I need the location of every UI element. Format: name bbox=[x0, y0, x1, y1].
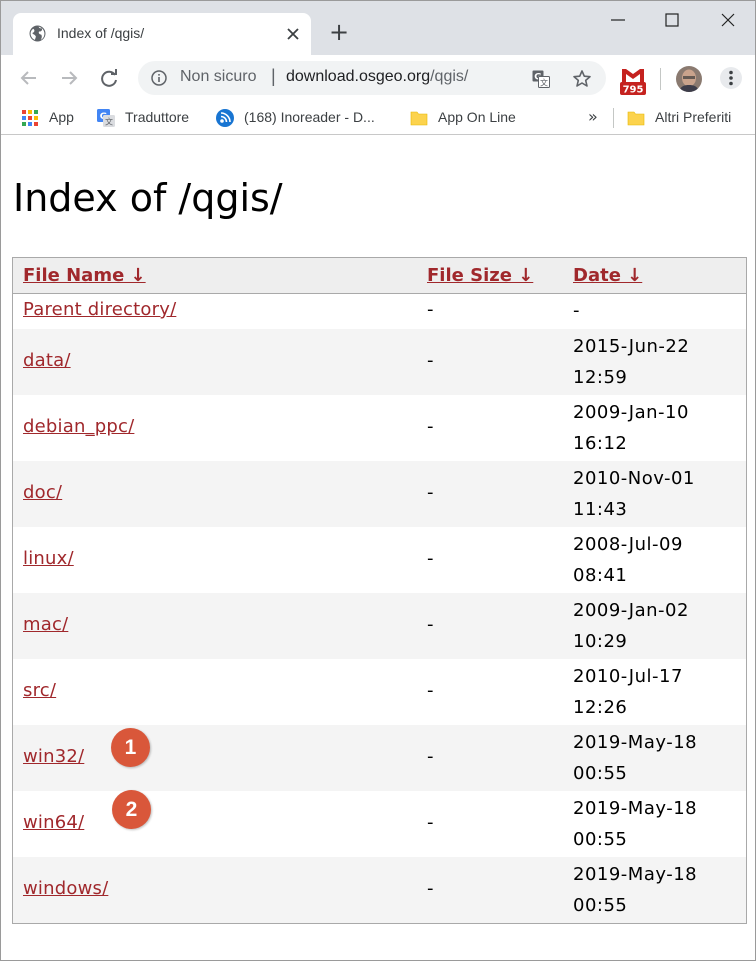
browser-window: Index of /qgis/ + Non sicuro | download.… bbox=[0, 0, 756, 961]
file-size: - bbox=[427, 299, 434, 320]
toolbar-divider bbox=[660, 68, 661, 90]
url-host: download.osgeo.org bbox=[286, 68, 431, 85]
file-date: 2019-May-18 00:55 bbox=[573, 864, 698, 916]
directory-link-debian-ppc[interactable]: debian_ppc/ bbox=[23, 416, 134, 437]
bookmark-label: App bbox=[49, 109, 74, 125]
sort-by-date-link[interactable]: Date ↓ bbox=[573, 265, 642, 286]
profile-avatar[interactable] bbox=[676, 66, 702, 92]
sort-by-size-link[interactable]: File Size ↓ bbox=[427, 265, 533, 286]
bookmark-other-favorites[interactable]: Altri Preferiti bbox=[627, 107, 755, 129]
sort-by-name-link[interactable]: File Name ↓ bbox=[23, 265, 146, 286]
bookmark-app-on-line[interactable]: App On Line bbox=[410, 107, 540, 129]
file-size: - bbox=[427, 680, 434, 701]
file-date: 2015-Jun-22 12:59 bbox=[573, 336, 690, 388]
file-size: - bbox=[427, 614, 434, 635]
svg-text:文: 文 bbox=[105, 117, 113, 127]
apps-grid-icon bbox=[22, 110, 38, 126]
file-date: 2009-Jan-02 10:29 bbox=[573, 600, 689, 652]
folder-icon bbox=[627, 111, 645, 126]
bookmarks-divider bbox=[613, 108, 614, 128]
file-date: 2019-May-18 00:55 bbox=[573, 798, 698, 850]
gmail-icon: 795 bbox=[620, 67, 646, 96]
file-size: - bbox=[427, 548, 434, 569]
directory-link-win32[interactable]: win32/ bbox=[23, 746, 84, 767]
callout-badge-2: 2 bbox=[112, 790, 151, 829]
file-size: - bbox=[427, 812, 434, 833]
browser-tab[interactable]: Index of /qgis/ bbox=[13, 13, 311, 55]
bookmark-label: Altri Preferiti bbox=[655, 109, 732, 125]
file-size: - bbox=[427, 416, 434, 437]
table-header: File Name ↓ File Size ↓ Date ↓ bbox=[13, 258, 746, 294]
security-label[interactable]: Non sicuro bbox=[180, 68, 256, 86]
star-icon[interactable] bbox=[572, 69, 592, 89]
url-separator: | bbox=[271, 66, 276, 86]
page-title: Index of /qgis/ bbox=[13, 176, 283, 220]
url-path: /qgis/ bbox=[430, 68, 469, 85]
gmail-checker-icon[interactable]: 795 bbox=[620, 67, 646, 96]
directory-link-src[interactable]: src/ bbox=[23, 680, 56, 701]
table-row: Parent directory/ - - bbox=[13, 294, 746, 329]
info-icon[interactable] bbox=[151, 70, 167, 86]
close-window-icon[interactable] bbox=[717, 9, 739, 31]
file-size: - bbox=[427, 350, 434, 371]
directory-link-win64[interactable]: win64/ bbox=[23, 812, 84, 833]
gmail-badge-count: 795 bbox=[623, 85, 644, 96]
table-row: mac/ - 2009-Jan-02 10:29 bbox=[13, 593, 746, 659]
file-date: 2008-Jul-09 08:41 bbox=[573, 534, 683, 586]
inoreader-icon bbox=[216, 109, 234, 127]
avatar-image bbox=[676, 66, 702, 92]
directory-link-windows[interactable]: windows/ bbox=[23, 878, 108, 899]
bookmark-label: (168) Inoreader - D... bbox=[244, 109, 375, 125]
minimize-icon[interactable] bbox=[607, 9, 629, 31]
maximize-icon[interactable] bbox=[661, 9, 683, 31]
directory-link-mac[interactable]: mac/ bbox=[23, 614, 68, 635]
kebab-menu-icon[interactable] bbox=[719, 66, 743, 90]
bookmarks-overflow-button[interactable]: » bbox=[588, 107, 598, 126]
tab-title: Index of /qgis/ bbox=[57, 25, 145, 41]
folder-icon bbox=[410, 111, 428, 126]
translate-icon[interactable]: G 文 bbox=[532, 70, 550, 88]
directory-link-linux[interactable]: linux/ bbox=[23, 548, 74, 569]
file-size: - bbox=[427, 878, 434, 899]
file-date: 2009-Jan-10 16:12 bbox=[573, 402, 689, 454]
close-tab-icon[interactable] bbox=[283, 24, 303, 44]
file-size: - bbox=[427, 482, 434, 503]
bookmark-label: App On Line bbox=[438, 109, 516, 125]
file-date: - bbox=[573, 300, 580, 321]
globe-icon bbox=[29, 25, 46, 42]
directory-link-parent[interactable]: Parent directory/ bbox=[23, 299, 176, 320]
svg-text:文: 文 bbox=[540, 78, 548, 88]
file-date: 2010-Jul-17 12:26 bbox=[573, 666, 683, 718]
table-row: debian_ppc/ - 2009-Jan-10 16:12 bbox=[13, 395, 746, 461]
bookmark-apps[interactable]: App bbox=[21, 107, 91, 129]
browser-toolbar: Non sicuro | download.osgeo.org/qgis/ G … bbox=[1, 55, 755, 101]
file-size: - bbox=[427, 746, 434, 767]
tab-strip: Index of /qgis/ + bbox=[1, 1, 755, 55]
url-text[interactable]: download.osgeo.org/qgis/ bbox=[286, 68, 468, 86]
file-date: 2019-May-18 00:55 bbox=[573, 732, 698, 784]
back-arrow-icon[interactable] bbox=[16, 65, 42, 91]
table-row: doc/ - 2010-Nov-01 11:43 bbox=[13, 461, 746, 527]
table-row: linux/ - 2008-Jul-09 08:41 bbox=[13, 527, 746, 593]
reload-icon[interactable] bbox=[96, 65, 122, 91]
page-content: Index of /qgis/ File Name ↓ File Size ↓ … bbox=[1, 136, 755, 960]
new-tab-button[interactable]: + bbox=[327, 20, 351, 45]
bookmark-traduttore[interactable]: G 文 Traduttore bbox=[97, 107, 207, 129]
table-row: data/ - 2015-Jun-22 12:59 bbox=[13, 329, 746, 395]
directory-link-doc[interactable]: doc/ bbox=[23, 482, 62, 503]
bookmark-inoreader[interactable]: (168) Inoreader - D... bbox=[216, 107, 396, 129]
bookmarks-bar: App G 文 Traduttore (168) Inoreader - D..… bbox=[1, 101, 755, 135]
directory-link-data[interactable]: data/ bbox=[23, 350, 71, 371]
file-date: 2010-Nov-01 11:43 bbox=[573, 468, 695, 520]
address-bar[interactable]: Non sicuro | download.osgeo.org/qgis/ G … bbox=[138, 61, 606, 95]
forward-arrow-icon[interactable] bbox=[56, 65, 82, 91]
google-translate-icon: G 文 bbox=[97, 109, 115, 127]
callout-badge-1: 1 bbox=[111, 728, 150, 767]
bookmark-label: Traduttore bbox=[125, 109, 190, 125]
table-row: src/ - 2010-Jul-17 12:26 bbox=[13, 659, 746, 725]
table-row: windows/ - 2019-May-18 00:55 bbox=[13, 857, 746, 923]
